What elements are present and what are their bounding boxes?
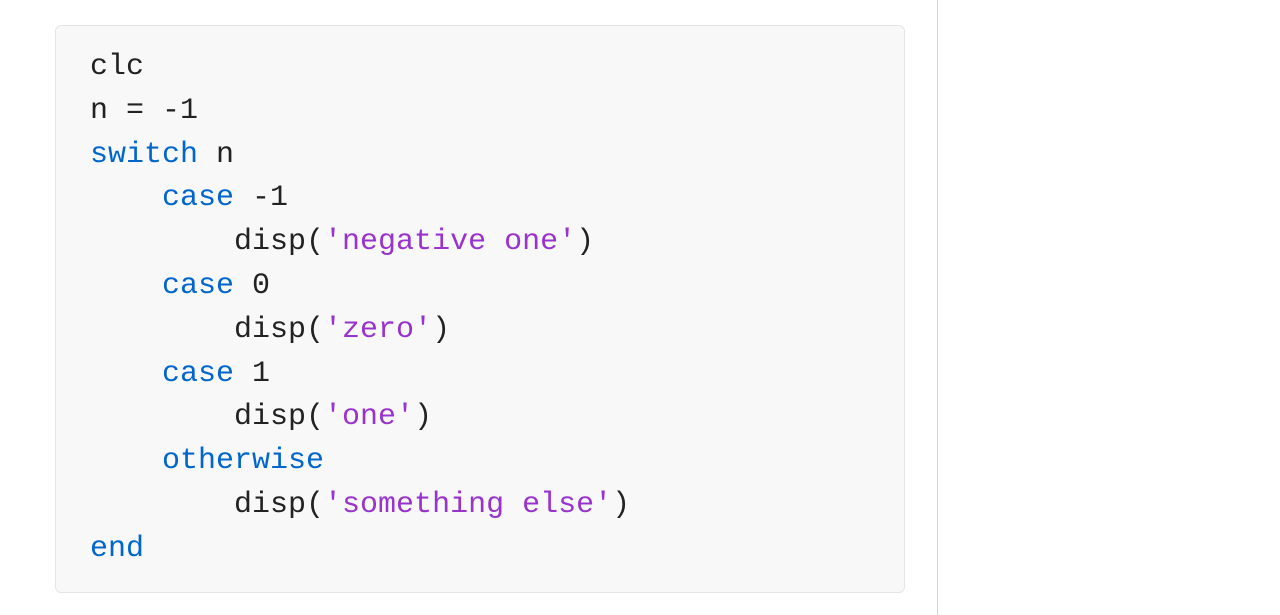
- code-disp-3a: disp(: [90, 400, 324, 434]
- code-disp-3b: ): [414, 400, 432, 434]
- code-var-n: n: [198, 138, 234, 172]
- code-line-2a: n =: [90, 94, 162, 128]
- vertical-divider: [937, 0, 938, 615]
- code-line-2b: -1: [162, 94, 198, 128]
- code-str-1: 'negative one': [324, 225, 576, 259]
- code-str-2: 'zero': [324, 313, 432, 347]
- keyword-otherwise: otherwise: [90, 444, 324, 478]
- code-line-1: clc: [90, 50, 144, 84]
- code-val-0: 0: [234, 269, 270, 303]
- code-block: clc n = -1 switch n case -1 disp('negati…: [55, 25, 905, 593]
- code-disp-1b: ): [576, 225, 594, 259]
- code-disp-4b: ): [612, 488, 630, 522]
- keyword-end: end: [90, 532, 144, 566]
- code-str-4: 'something else': [324, 488, 612, 522]
- keyword-case-1: case: [90, 181, 234, 215]
- keyword-switch: switch: [90, 138, 198, 172]
- code-disp-1a: disp(: [90, 225, 324, 259]
- keyword-case-2: case: [90, 269, 234, 303]
- code-disp-2a: disp(: [90, 313, 324, 347]
- keyword-case-3: case: [90, 357, 234, 391]
- code-disp-2b: ): [432, 313, 450, 347]
- code-str-3: 'one': [324, 400, 414, 434]
- code-val-neg1: -1: [234, 181, 288, 215]
- code-val-1: 1: [234, 357, 270, 391]
- code-disp-4a: disp(: [90, 488, 324, 522]
